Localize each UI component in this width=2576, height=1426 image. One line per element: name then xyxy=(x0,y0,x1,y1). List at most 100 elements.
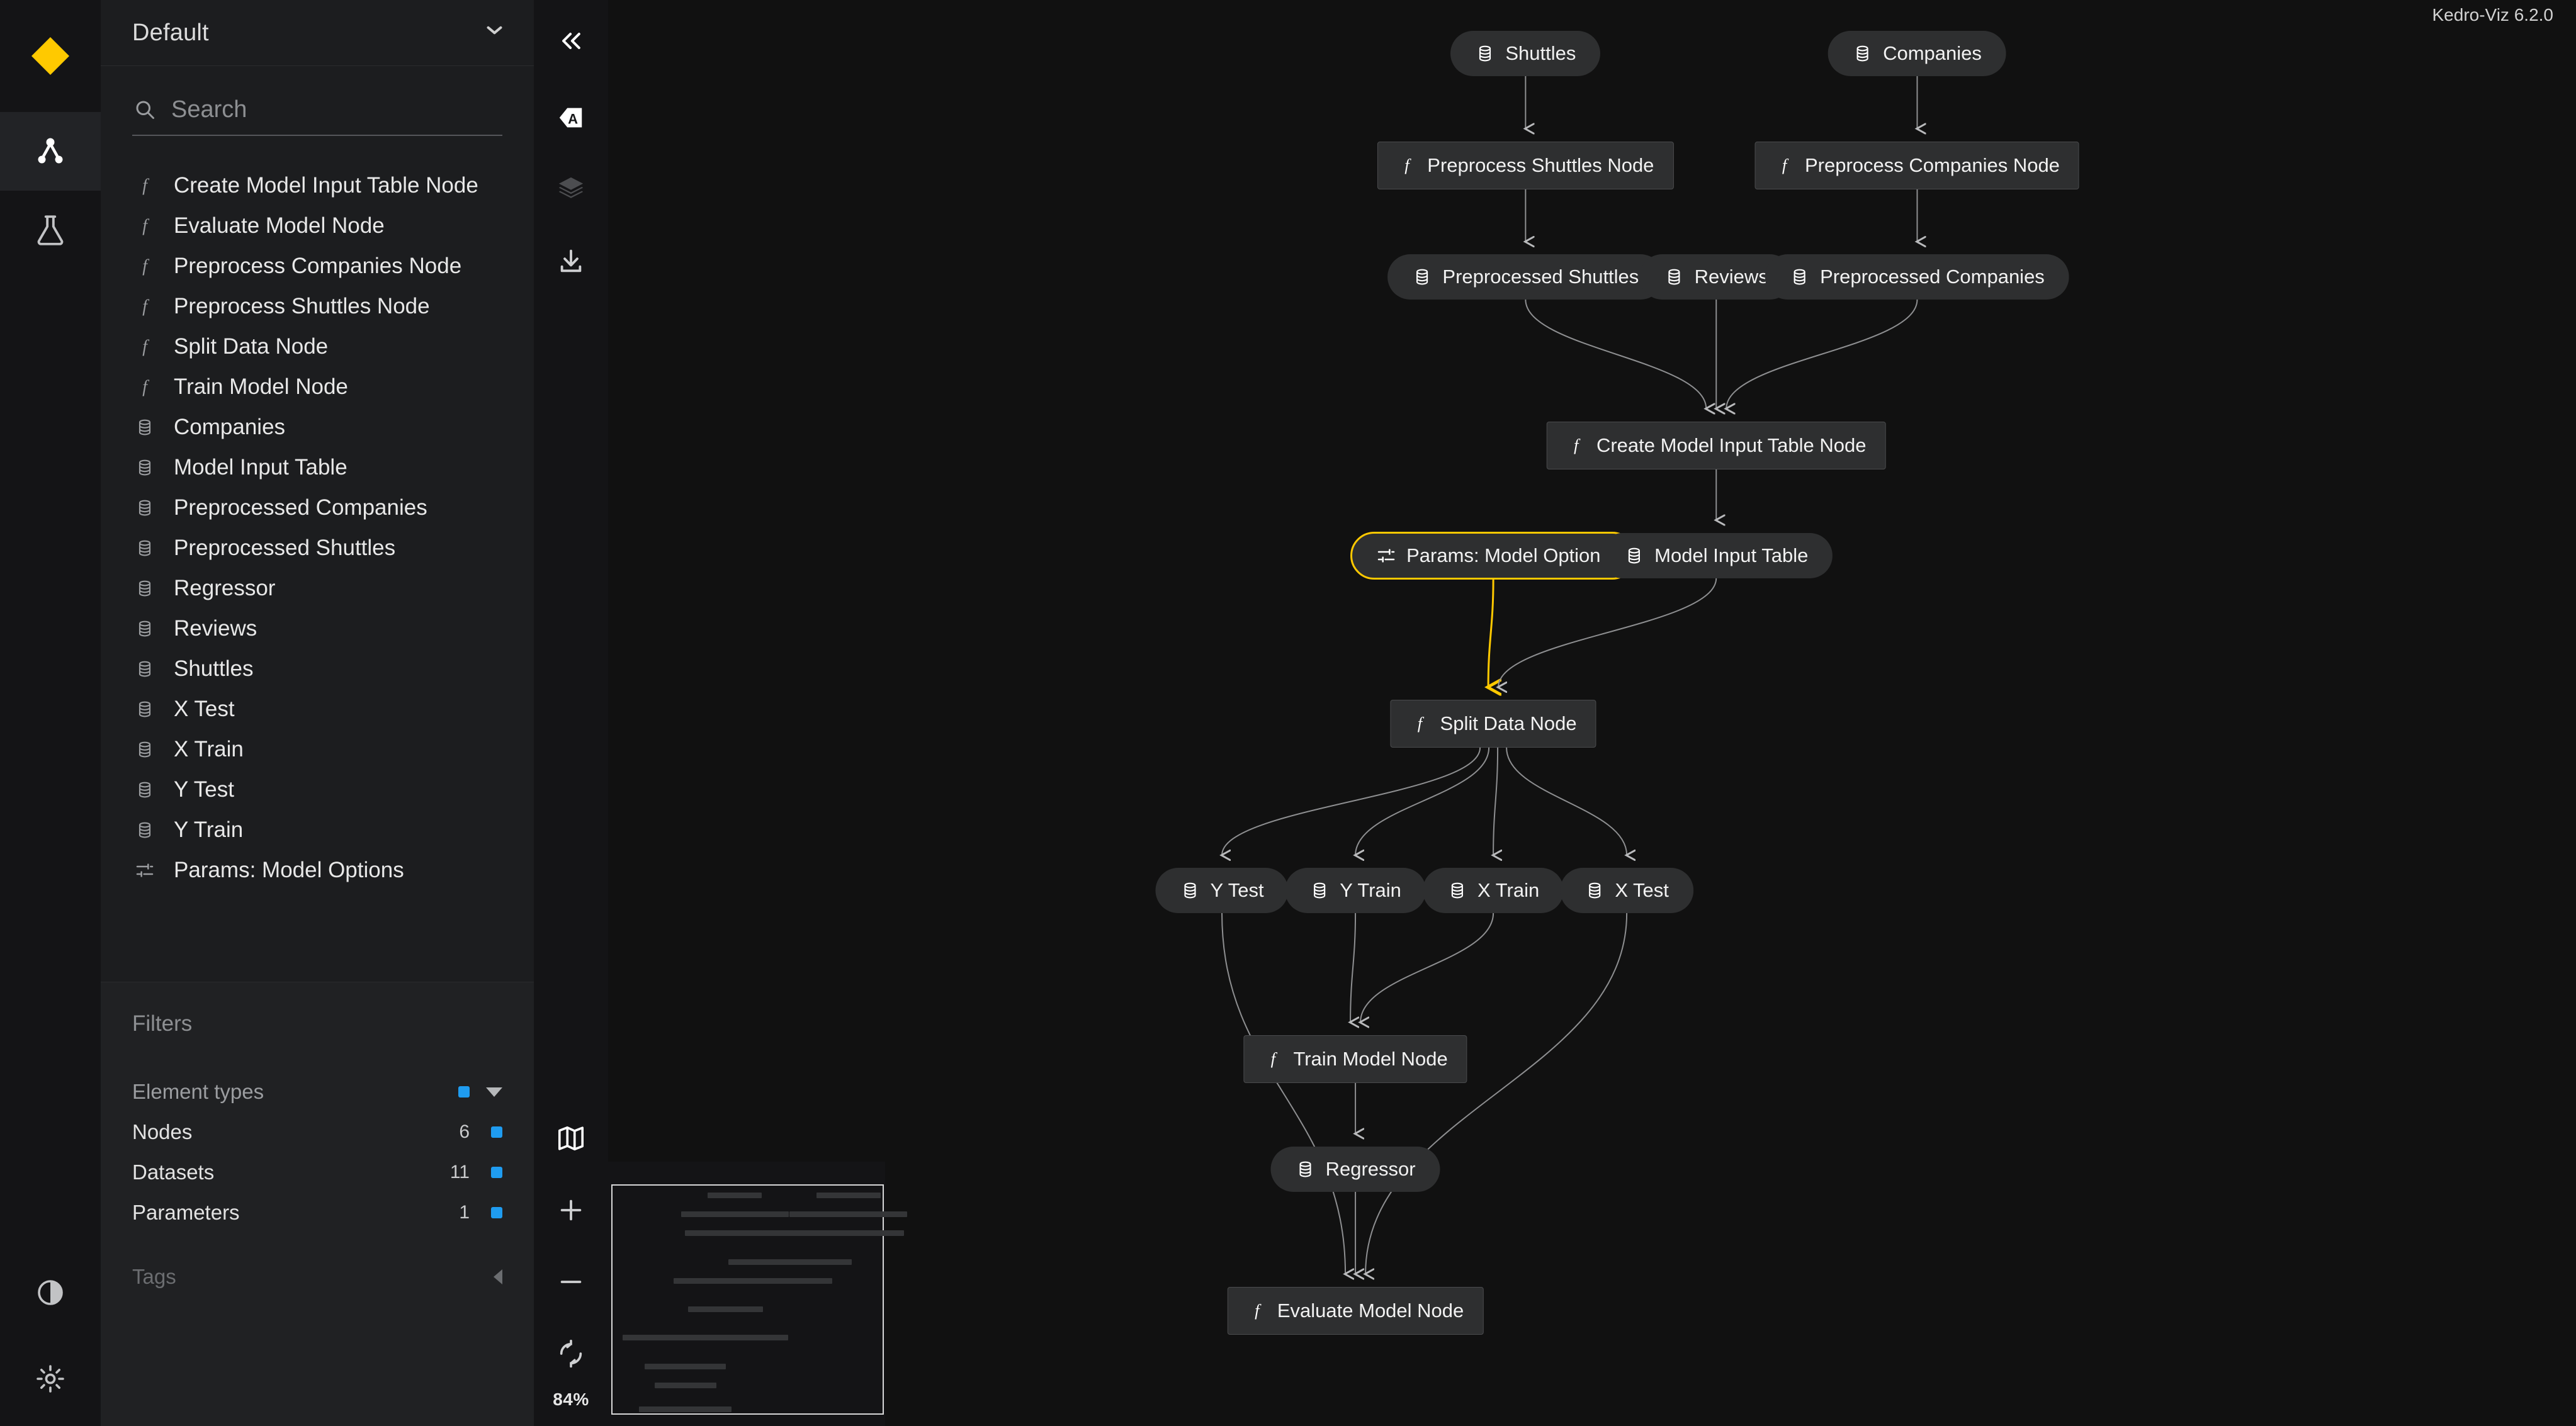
node-list-item[interactable]: Y Test xyxy=(101,770,534,810)
zoom-in-button[interactable] xyxy=(534,1174,608,1246)
sidebar-item-flowchart[interactable] xyxy=(0,112,101,191)
function-icon: f xyxy=(132,334,157,359)
node-list-item[interactable]: Companies xyxy=(101,407,534,447)
node-list-item[interactable]: X Test xyxy=(101,689,534,729)
settings-button[interactable] xyxy=(0,1332,101,1426)
graph-node-model_input[interactable]: Model Input Table xyxy=(1600,532,1833,578)
minimap-node xyxy=(728,1259,852,1265)
toggle-minimap-button[interactable] xyxy=(534,1103,608,1174)
node-list-item[interactable]: Preprocessed Shuttles xyxy=(101,528,534,568)
chevron-left-icon[interactable] xyxy=(494,1269,502,1284)
node-list-item[interactable]: f Preprocess Companies Node xyxy=(101,246,534,286)
toggle-layers-button[interactable] xyxy=(534,154,608,225)
node-list-item[interactable]: Model Input Table xyxy=(101,447,534,488)
filter-row-checkbox[interactable] xyxy=(491,1126,502,1138)
filter-row[interactable]: Nodes 6 xyxy=(132,1112,502,1152)
filter-element-types-label: Element types xyxy=(132,1080,264,1103)
filter-row[interactable]: Datasets 11 xyxy=(132,1152,502,1193)
zoom-out-button[interactable] xyxy=(534,1246,608,1318)
graph-node-pp_shuttles[interactable]: Preprocessed Shuttles xyxy=(1387,254,1664,300)
node-list-item[interactable]: f Train Model Node xyxy=(101,367,534,407)
filter-row[interactable]: Parameters 1 xyxy=(132,1193,502,1233)
graph-node-label: Evaluate Model Node xyxy=(1277,1299,1464,1322)
pipeline-selector[interactable]: Default xyxy=(101,0,534,66)
svg-text:f: f xyxy=(1271,1049,1278,1068)
search-icon xyxy=(132,97,157,122)
graph-node-prep_shuttles_n[interactable]: f Preprocess Shuttles Node xyxy=(1377,141,1674,189)
sidebar-panel: Default f Create Model Input Table Node f E… xyxy=(101,0,534,1426)
node-list-item[interactable]: f Create Model Input Table Node xyxy=(101,166,534,206)
chevron-down-icon[interactable] xyxy=(486,1087,502,1097)
graph-node-shuttles[interactable]: Shuttles xyxy=(1450,31,1601,76)
node-list-item[interactable]: Reviews xyxy=(101,609,534,649)
database-icon xyxy=(1664,267,1685,287)
database-icon xyxy=(132,455,157,480)
export-graph-button[interactable] xyxy=(534,225,608,297)
filter-element-types-checkbox[interactable] xyxy=(458,1086,470,1098)
node-list-item[interactable]: Shuttles xyxy=(101,649,534,689)
kedro-logo-button[interactable] xyxy=(0,0,101,112)
reset-zoom-button[interactable] xyxy=(534,1318,608,1390)
database-icon xyxy=(132,536,157,561)
database-icon xyxy=(1447,880,1467,901)
graph-node-regressor[interactable]: Regressor xyxy=(1270,1146,1440,1192)
function-icon: f xyxy=(132,254,157,279)
zoom-level-label: 84% xyxy=(553,1390,589,1409)
search-underline xyxy=(132,134,502,136)
graph-node-y_train[interactable]: Y Train xyxy=(1285,868,1426,913)
database-icon xyxy=(1412,267,1432,287)
minimap-node xyxy=(687,1306,763,1313)
graph-node-label: Train Model Node xyxy=(1293,1047,1448,1070)
filter-tags[interactable]: Tags xyxy=(132,1257,502,1297)
node-list: f Create Model Input Table Node f Evaluate … xyxy=(101,147,534,982)
filter-row-label: Parameters xyxy=(132,1201,240,1224)
filter-row-checkbox[interactable] xyxy=(491,1167,502,1178)
database-icon xyxy=(132,697,157,722)
graph-node-pp_companies[interactable]: Preprocessed Companies xyxy=(1765,254,2069,300)
graph-node-label: Y Test xyxy=(1210,879,1264,901)
graph-node-y_test[interactable]: Y Test xyxy=(1155,868,1289,913)
minimap[interactable] xyxy=(608,1162,908,1426)
node-list-item[interactable]: X Train xyxy=(101,729,534,770)
function-icon: f xyxy=(1263,1049,1283,1069)
node-list-item[interactable]: f Split Data Node xyxy=(101,327,534,367)
collapse-sidebar-button[interactable] xyxy=(534,0,608,82)
node-list-item[interactable]: f Evaluate Model Node xyxy=(101,206,534,246)
function-icon: f xyxy=(1775,155,1795,176)
minimap-viewport[interactable] xyxy=(611,1184,908,1415)
node-list-item[interactable]: Y Train xyxy=(101,810,534,850)
function-icon: f xyxy=(132,213,157,239)
graph-node-companies[interactable]: Companies xyxy=(1828,31,2006,76)
node-list-item[interactable]: Params: Model Options xyxy=(101,850,534,890)
graph-node-split_n[interactable]: f Split Data Node xyxy=(1390,700,1596,748)
minimap-node xyxy=(681,1211,789,1217)
database-icon xyxy=(1790,267,1810,287)
graph-node-train_n[interactable]: f Train Model Node xyxy=(1243,1035,1467,1083)
chevron-down-icon xyxy=(486,28,502,37)
node-list-item-label: Preprocess Companies Node xyxy=(174,254,462,278)
search-input[interactable] xyxy=(171,96,502,123)
svg-text:f: f xyxy=(1418,714,1425,733)
primary-nav-rail xyxy=(0,0,101,1426)
filter-row-checkbox[interactable] xyxy=(491,1207,502,1218)
node-list-item[interactable]: Regressor xyxy=(101,568,534,609)
node-list-item[interactable]: f Preprocess Shuttles Node xyxy=(101,286,534,327)
node-list-item-label: Params: Model Options xyxy=(174,858,404,882)
theme-toggle-button[interactable] xyxy=(0,1253,101,1332)
graph-node-prep_comp_n[interactable]: f Preprocess Companies Node xyxy=(1755,141,2079,189)
database-icon xyxy=(132,415,157,440)
graph-node-x_train[interactable]: X Train xyxy=(1422,868,1564,913)
database-icon xyxy=(132,737,157,762)
filter-row-count: 6 xyxy=(459,1121,470,1142)
graph-node-evaluate_n[interactable]: f Evaluate Model Node xyxy=(1227,1286,1484,1335)
graph-node-params_mo[interactable]: Params: Model Options xyxy=(1350,531,1637,580)
graph-node-create_mit_n[interactable]: f Create Model Input Table Node xyxy=(1546,421,1886,469)
filter-element-types[interactable]: Element types xyxy=(132,1072,502,1112)
graph-node-x_test[interactable]: X Test xyxy=(1560,868,1693,913)
sidebar-item-experiments[interactable] xyxy=(0,191,101,269)
node-list-item[interactable]: Preprocessed Companies xyxy=(101,488,534,528)
svg-text:f: f xyxy=(1405,155,1412,174)
contrast-icon xyxy=(35,1277,65,1308)
toggle-labels-button[interactable]: A xyxy=(534,82,608,154)
node-list-item-label: Reviews xyxy=(174,616,257,641)
